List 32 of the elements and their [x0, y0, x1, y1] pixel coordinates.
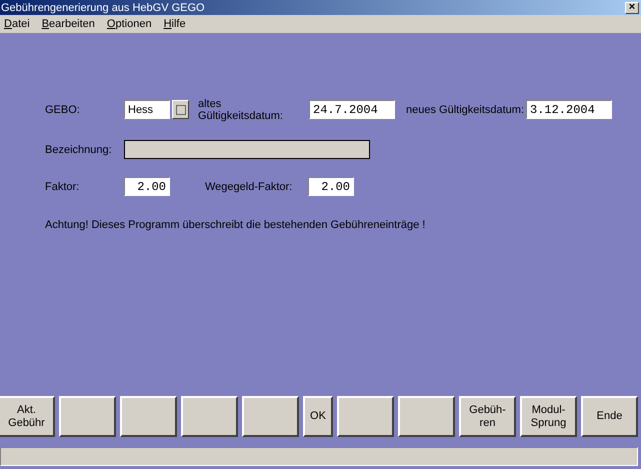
- close-button[interactable]: ×: [625, 2, 639, 14]
- field-label: Faktor:: [45, 180, 80, 192]
- menu-item[interactable]: Optionen: [106, 18, 152, 30]
- factor-field[interactable]: 2.00: [308, 177, 354, 196]
- field-label: altes Gültigkeitsdatum:: [197, 98, 284, 122]
- menu-item[interactable]: Bearbeiten: [42, 18, 95, 30]
- window-title: Gebührengenerierung aus HebGV GEGO: [1, 2, 205, 14]
- date-field[interactable]: 3.12.2004: [526, 100, 612, 119]
- field-label: Bezeichnung:: [45, 144, 113, 156]
- description-field[interactable]: [124, 140, 370, 159]
- function-button[interactable]: Modul- Sprung: [520, 396, 577, 437]
- date-field[interactable]: 24.7.2004: [309, 100, 395, 119]
- browse-button[interactable]: [172, 100, 189, 119]
- empty-button[interactable]: [59, 396, 116, 437]
- ok-button[interactable]: OK: [303, 396, 333, 437]
- gebo-field[interactable]: Hess: [124, 100, 170, 119]
- field-label: neues Gültigkeitsdatum:: [405, 104, 526, 116]
- factor-field[interactable]: 2.00: [124, 177, 170, 196]
- empty-button[interactable]: [242, 396, 299, 437]
- function-button[interactable]: Gebüh- ren: [459, 396, 516, 437]
- function-button[interactable]: Ende: [581, 396, 638, 437]
- menu-item[interactable]: Datei: [4, 18, 30, 30]
- empty-button[interactable]: [181, 396, 238, 437]
- empty-button[interactable]: [398, 396, 455, 437]
- field-label: GEBO:: [45, 104, 81, 116]
- menu-item[interactable]: Hilfe: [164, 18, 186, 30]
- warning-text: Achtung! Dieses Programm überschreibt die bestehenden Gebühreneinträge !: [45, 219, 426, 231]
- function-button[interactable]: Akt. Gebühr: [0, 396, 55, 437]
- empty-button[interactable]: [337, 396, 394, 437]
- dotted-square-icon: [176, 104, 186, 114]
- field-label: Wegegeld-Faktor:: [204, 180, 294, 192]
- empty-button[interactable]: [120, 396, 177, 437]
